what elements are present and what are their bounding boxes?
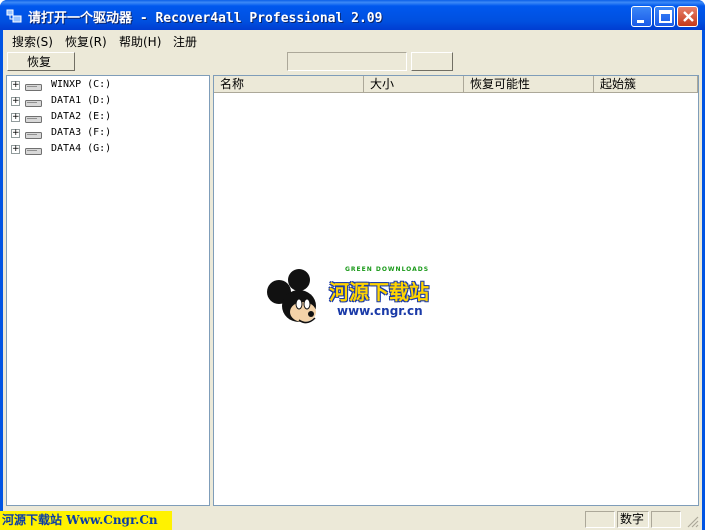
hard-drive-icon: [25, 116, 42, 123]
maximize-button[interactable]: [654, 6, 675, 27]
app-window: 请打开一个驱动器 - Recover4all Professional 2.09…: [0, 0, 705, 530]
hard-drive-icon: [25, 84, 42, 91]
minimize-button[interactable]: [631, 6, 652, 27]
expand-icon[interactable]: +: [11, 113, 20, 122]
progress-bar: [287, 52, 407, 71]
menu-bar: 搜索(S) 恢复(R) 帮助(H) 注册: [3, 30, 702, 50]
drive-label: WINXP (C:): [51, 79, 112, 90]
expand-icon[interactable]: +: [11, 81, 20, 90]
expand-icon[interactable]: +: [11, 129, 20, 138]
expand-icon[interactable]: +: [11, 97, 20, 106]
expand-icon[interactable]: +: [11, 145, 20, 154]
status-panel-empty: [585, 511, 615, 528]
hard-drive-icon: [25, 100, 42, 107]
drive-tree[interactable]: + WINXP (C:) + DATA1 (D:) + DATA2 (E:) +…: [6, 75, 210, 506]
menu-search[interactable]: 搜索(S): [12, 33, 53, 50]
recover-button[interactable]: 恢复: [7, 52, 75, 71]
column-header-recoverability[interactable]: 恢复可能性: [464, 76, 594, 93]
menu-register[interactable]: 注册: [173, 33, 197, 50]
resize-grip-icon[interactable]: [687, 516, 699, 528]
window-title: 请打开一个驱动器 - Recover4all Professional 2.09: [28, 11, 383, 26]
menu-recover[interactable]: 恢复(R): [65, 33, 107, 50]
drive-label: DATA3 (F:): [51, 127, 112, 138]
watermark-tagline: GREEN DOWNLOADS: [345, 266, 430, 273]
drive-label: DATA1 (D:): [51, 95, 112, 106]
watermark-logo: GREEN DOWNLOADS 河源下载站 www.cngr.cn: [265, 266, 445, 328]
hard-drive-icon: [25, 132, 42, 139]
close-button[interactable]: [677, 6, 698, 27]
column-header-name[interactable]: 名称: [214, 76, 364, 93]
app-icon[interactable]: [6, 8, 22, 24]
title-bar[interactable]: 请打开一个驱动器 - Recover4all Professional 2.09: [0, 0, 705, 30]
status-num-lock: 数字: [617, 511, 649, 528]
menu-help[interactable]: 帮助(H): [119, 33, 161, 50]
status-panel-blank: [651, 511, 681, 528]
status-bar: 河源下载站 Www.Cngr.Cn 数字: [0, 508, 702, 530]
watermark-name: 河源下载站: [329, 280, 429, 304]
drive-label: DATA2 (E:): [51, 111, 112, 122]
column-header-start-cluster[interactable]: 起始簇: [594, 76, 698, 93]
drive-label: DATA4 (G:): [51, 143, 112, 154]
toolbar-blank-button[interactable]: [411, 52, 453, 71]
hard-drive-icon: [25, 148, 42, 155]
watermark-url: www.cngr.cn: [337, 304, 423, 318]
toolbar: 恢复: [3, 51, 702, 73]
status-banner: 河源下载站 Www.Cngr.Cn: [0, 511, 172, 530]
column-header-size[interactable]: 大小: [364, 76, 464, 93]
client-area: 搜索(S) 恢复(R) 帮助(H) 注册 恢复 + WINXP (C:) + D…: [0, 30, 702, 530]
mouse-mascot-icon: [267, 269, 316, 324]
